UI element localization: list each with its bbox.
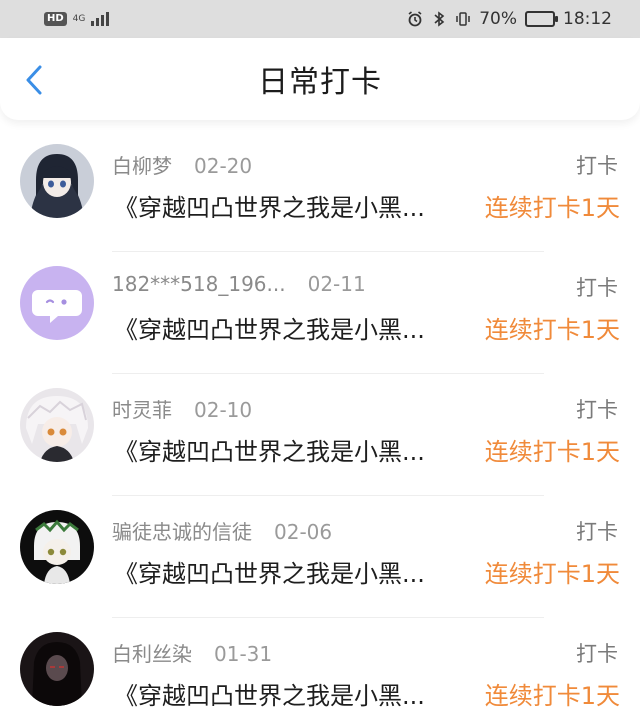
book-title[interactable]: 《穿越凹凸世界之我是小黑... xyxy=(114,310,474,345)
type-label: 打卡 xyxy=(576,276,618,300)
list-item[interactable]: 白柳梦 02-20 打卡 《穿越凹凸世界之我是小黑... 连续打卡1天 xyxy=(0,130,640,252)
avatar[interactable] xyxy=(20,632,94,706)
username[interactable]: 182***518_196... xyxy=(112,272,286,296)
status-bar: HD 4G 70% 18:12 xyxy=(0,0,640,38)
vibrate-icon xyxy=(455,11,471,27)
date: 02-20 xyxy=(194,154,253,178)
back-button[interactable] xyxy=(18,62,50,98)
name-row: 白柳梦 02-20 xyxy=(112,150,252,179)
username[interactable]: 时灵菲 xyxy=(112,394,172,423)
streak-label: 连续打卡1天 xyxy=(484,560,620,588)
list-item[interactable]: 时灵菲 02-10 打卡 《穿越凹凸世界之我是小黑... 连续打卡1天 xyxy=(0,374,640,496)
name-row: 白利丝染 01-31 xyxy=(112,638,272,667)
name-row: 骗徒忠诚的信徒 02-06 xyxy=(112,516,332,545)
avatar[interactable] xyxy=(20,388,94,462)
name-row: 时灵菲 02-10 xyxy=(112,394,252,423)
list-item[interactable]: 182***518_196... 02-11 打卡 《穿越凹凸世界之我是小黑..… xyxy=(0,252,640,374)
status-right: 70% 18:12 xyxy=(407,9,612,29)
bluetooth-icon xyxy=(431,11,447,27)
page-title: 日常打卡 xyxy=(258,65,382,100)
book-title[interactable]: 《穿越凹凸世界之我是小黑... xyxy=(114,432,474,467)
network-indicator: 4G xyxy=(72,13,86,24)
hd-badge: HD xyxy=(44,12,67,26)
status-left: HD 4G xyxy=(44,12,110,26)
date: 02-10 xyxy=(194,398,253,422)
battery-icon xyxy=(525,11,558,27)
type-label: 打卡 xyxy=(576,520,618,544)
type-label: 打卡 xyxy=(576,398,618,422)
username[interactable]: 白柳梦 xyxy=(112,150,172,179)
name-row: 182***518_196... 02-11 xyxy=(112,272,366,296)
network-type: 4G xyxy=(72,13,86,24)
chevron-left-icon xyxy=(26,65,42,95)
alarm-icon xyxy=(407,11,423,27)
book-title[interactable]: 《穿越凹凸世界之我是小黑... xyxy=(114,554,474,589)
checkin-list: 白柳梦 02-20 打卡 《穿越凹凸世界之我是小黑... 连续打卡1天 182*… xyxy=(0,130,640,727)
username[interactable]: 白利丝染 xyxy=(112,638,192,667)
avatar[interactable] xyxy=(20,266,94,340)
date: 02-11 xyxy=(307,272,366,296)
clock: 18:12 xyxy=(563,9,612,29)
streak-label: 连续打卡1天 xyxy=(484,438,620,466)
username[interactable]: 骗徒忠诚的信徒 xyxy=(112,516,252,545)
date: 01-31 xyxy=(214,642,273,666)
avatar[interactable] xyxy=(20,144,94,218)
list-item[interactable]: 骗徒忠诚的信徒 02-06 打卡 《穿越凹凸世界之我是小黑... 连续打卡1天 xyxy=(0,496,640,618)
battery-percent: 70% xyxy=(479,9,517,29)
book-title[interactable]: 《穿越凹凸世界之我是小黑... xyxy=(114,188,474,223)
type-label: 打卡 xyxy=(576,154,618,178)
avatar[interactable] xyxy=(20,510,94,584)
type-label: 打卡 xyxy=(576,642,618,666)
top-bar: 日常打卡 xyxy=(0,38,640,120)
list-item[interactable]: 白利丝染 01-31 打卡 《穿越凹凸世界之我是小黑... 连续打卡1天 xyxy=(0,618,640,727)
streak-label: 连续打卡1天 xyxy=(484,316,620,344)
book-title[interactable]: 《穿越凹凸世界之我是小黑... xyxy=(114,676,474,711)
streak-label: 连续打卡1天 xyxy=(484,682,620,710)
date: 02-06 xyxy=(274,520,333,544)
streak-label: 连续打卡1天 xyxy=(484,194,620,222)
signal-icon xyxy=(91,12,110,26)
